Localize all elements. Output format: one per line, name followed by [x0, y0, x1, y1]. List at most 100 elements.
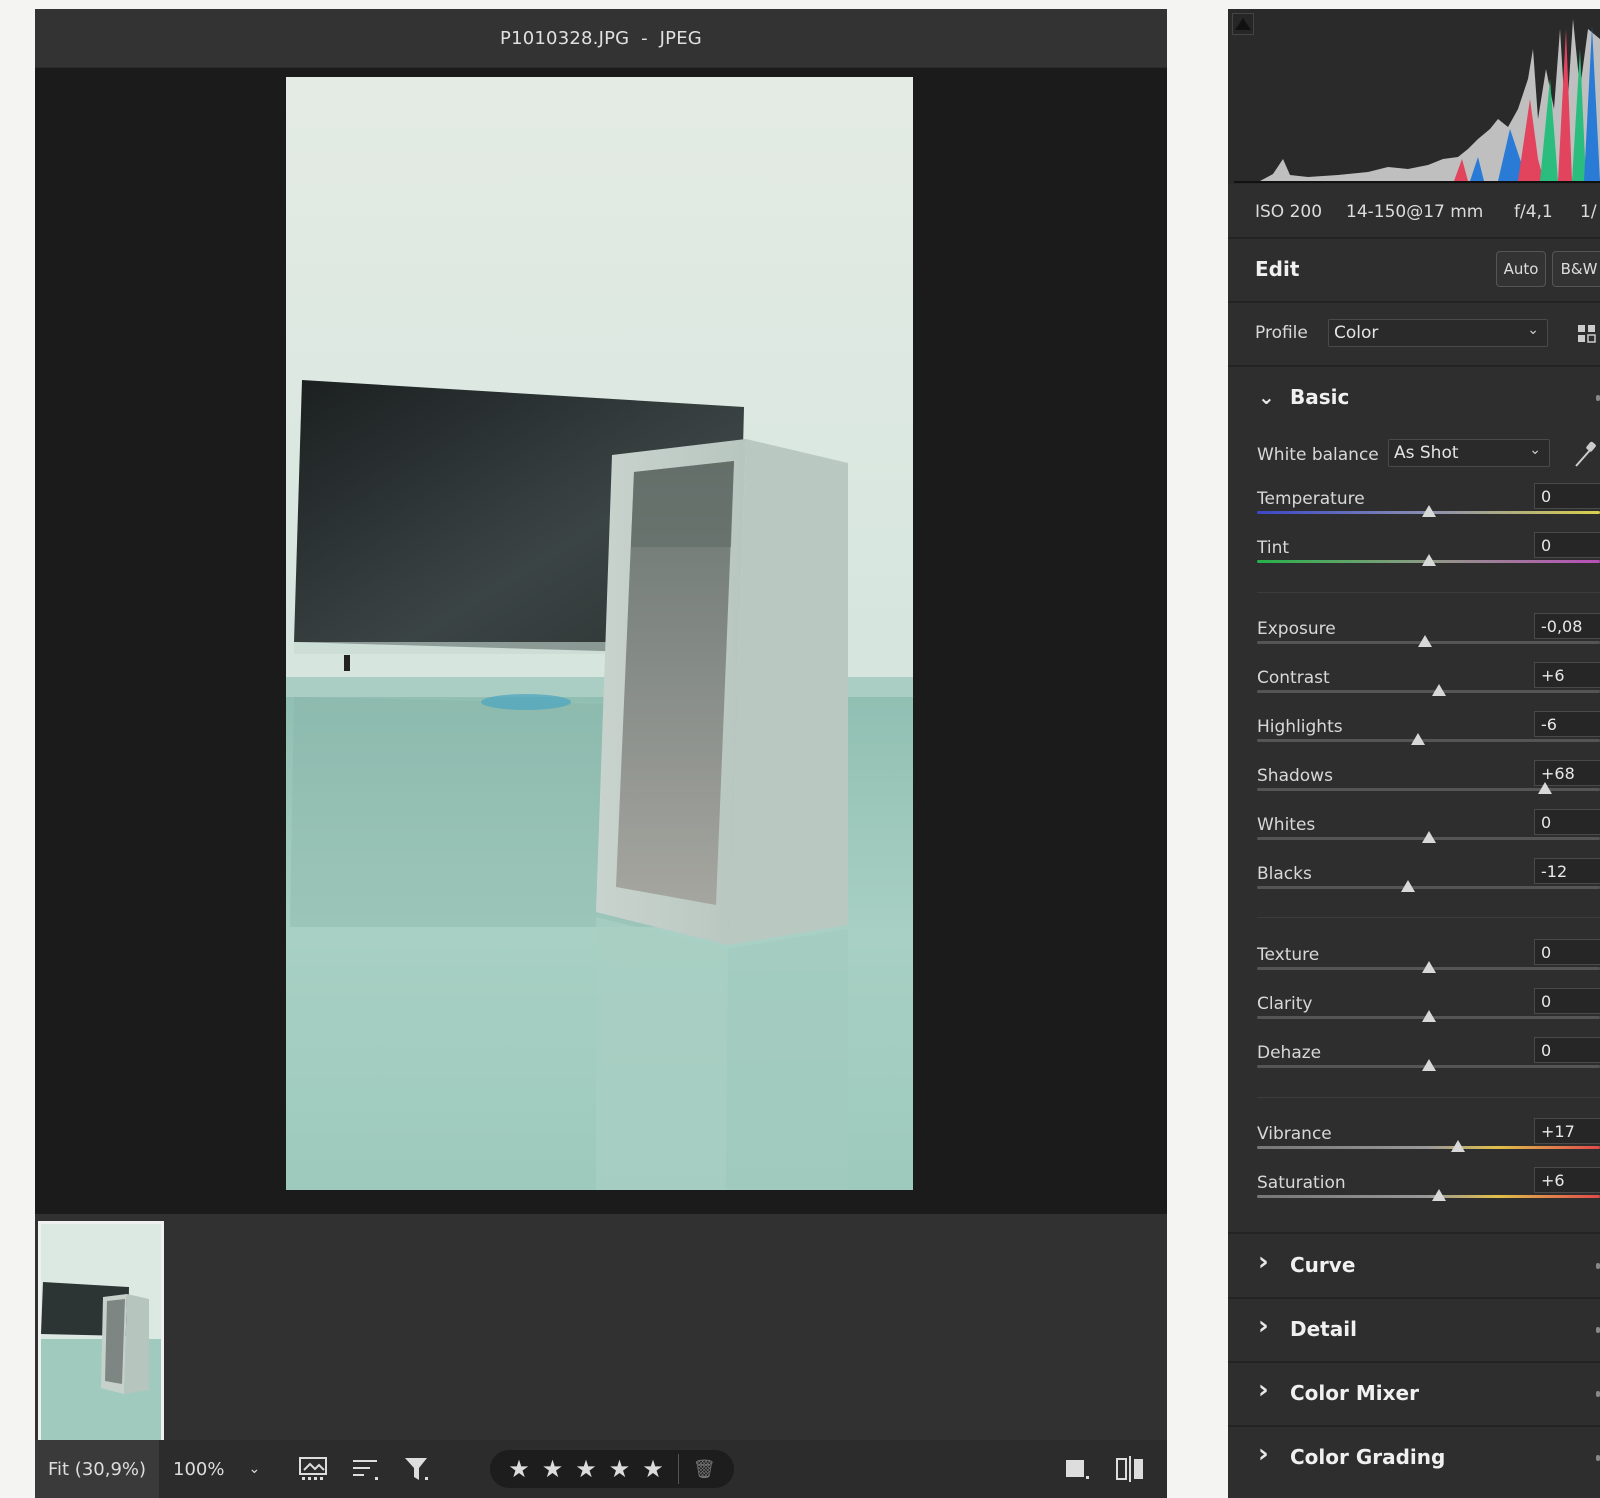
- temperature-value-input[interactable]: 0: [1534, 483, 1600, 509]
- saturation-slider-thumb[interactable]: [1431, 1189, 1446, 1201]
- photo-canvas[interactable]: [35, 68, 1167, 1214]
- dehaze-label: Dehaze: [1257, 1043, 1322, 1063]
- chevron-right-icon: ›: [1258, 1311, 1269, 1341]
- exposure-slider-thumb[interactable]: [1418, 635, 1433, 647]
- slider-tint: Tint 0: [1228, 532, 1600, 588]
- file-title: P1010328.JPG - JPEG: [500, 27, 702, 49]
- white-balance-row: White balance As Shot ⌄: [1228, 427, 1600, 473]
- temperature-slider-thumb[interactable]: [1421, 505, 1436, 517]
- divider: [1228, 1232, 1600, 1234]
- blacks-slider-track[interactable]: [1257, 886, 1600, 889]
- clarity-value-input[interactable]: 0: [1534, 988, 1600, 1014]
- section-color-grading-title: Color Grading: [1290, 1445, 1446, 1469]
- preview-image[interactable]: [286, 77, 913, 1190]
- section-curve-header[interactable]: › Curve: [1228, 1235, 1600, 1297]
- whites-label: Whites: [1257, 815, 1316, 835]
- eyedropper-icon[interactable]: [1573, 439, 1599, 473]
- compare-view-icon[interactable]: [1111, 1451, 1147, 1487]
- divider: [1257, 592, 1600, 593]
- contrast-value-input[interactable]: +6: [1534, 662, 1600, 688]
- vibrance-slider-thumb[interactable]: [1450, 1140, 1465, 1152]
- divider: [1257, 1097, 1600, 1098]
- whites-value-input[interactable]: 0: [1534, 809, 1600, 835]
- chevron-down-icon: ⌄: [1258, 385, 1275, 409]
- exposure-value-input[interactable]: -0,08: [1534, 613, 1600, 639]
- image-viewer: P1010328.JPG - JPEG Fit (30,9%) 100% ⌄ ★…: [35, 9, 1167, 1498]
- profile-row: Profile Color ⌄: [1228, 303, 1600, 365]
- texture-value-input[interactable]: 0: [1534, 939, 1600, 965]
- section-detail-title: Detail: [1290, 1317, 1357, 1341]
- white-balance-dropdown[interactable]: As Shot ⌄: [1388, 439, 1550, 467]
- dehaze-slider-thumb[interactable]: [1421, 1059, 1436, 1071]
- vibrance-slider-track[interactable]: [1257, 1146, 1600, 1149]
- tint-slider-thumb[interactable]: [1421, 554, 1436, 566]
- zoom-chevron-down-icon[interactable]: ⌄: [248, 1461, 260, 1477]
- sort-icon[interactable]: [348, 1451, 384, 1487]
- chevron-down-icon: ⌄: [1527, 322, 1539, 338]
- profile-label: Profile: [1255, 323, 1308, 343]
- auto-button[interactable]: Auto: [1496, 251, 1546, 287]
- texture-label: Texture: [1257, 945, 1320, 965]
- section-basic-header[interactable]: ⌄ Basic: [1228, 367, 1600, 429]
- edit-header: Edit Auto B&W: [1228, 239, 1600, 301]
- clarity-slider-thumb[interactable]: [1421, 1010, 1436, 1022]
- view-mode-controls: [1043, 1451, 1167, 1487]
- chevron-right-icon: ›: [1258, 1439, 1269, 1469]
- saturation-slider-track[interactable]: [1257, 1195, 1600, 1198]
- divider: [1257, 917, 1600, 918]
- section-color-grading-header[interactable]: › Color Grading: [1228, 1427, 1600, 1489]
- viewer-toolbar: Fit (30,9%) 100% ⌄ ★ ★ ★ ★ ★ 🗑: [35, 1440, 1167, 1498]
- texture-slider-thumb[interactable]: [1421, 961, 1436, 973]
- section-eye-icon[interactable]: [1596, 1455, 1600, 1461]
- shadows-slider-thumb[interactable]: [1538, 782, 1553, 794]
- star-icon[interactable]: ★: [542, 1455, 564, 1483]
- section-eye-icon[interactable]: [1596, 1327, 1600, 1333]
- filter-icon[interactable]: [400, 1451, 436, 1487]
- tint-value-input[interactable]: 0: [1534, 532, 1600, 558]
- contrast-slider-track[interactable]: [1257, 690, 1600, 693]
- section-color-mixer-header[interactable]: › Color Mixer: [1228, 1363, 1600, 1425]
- whites-slider-thumb[interactable]: [1421, 831, 1436, 843]
- profile-browser-icon[interactable]: [1578, 325, 1600, 349]
- star-icon[interactable]: ★: [609, 1455, 631, 1483]
- histogram-axis: [1234, 181, 1600, 183]
- slider-saturation: Saturation +6: [1228, 1167, 1600, 1223]
- slider-dehaze: Dehaze 0: [1228, 1037, 1600, 1093]
- single-view-icon[interactable]: [1059, 1451, 1095, 1487]
- section-eye-icon[interactable]: [1596, 395, 1600, 401]
- chevron-right-icon: ›: [1258, 1375, 1269, 1405]
- fit-zoom-button[interactable]: Fit (30,9%): [35, 1440, 159, 1498]
- clarity-label: Clarity: [1257, 994, 1313, 1014]
- star-icon[interactable]: ★: [575, 1455, 597, 1483]
- profile-value: Color: [1334, 323, 1379, 343]
- highlights-slider-thumb[interactable]: [1411, 733, 1426, 745]
- saturation-value-input[interactable]: +6: [1534, 1167, 1600, 1193]
- profile-dropdown[interactable]: Color ⌄: [1328, 319, 1548, 347]
- filmstrip-options-icon[interactable]: [296, 1451, 332, 1487]
- exposure-label: Exposure: [1257, 619, 1336, 639]
- zoom-level-label[interactable]: 100%: [173, 1459, 224, 1480]
- vibrance-label: Vibrance: [1257, 1124, 1332, 1144]
- trash-icon[interactable]: 🗑: [693, 1459, 716, 1480]
- bw-button[interactable]: B&W: [1552, 251, 1600, 287]
- camera-info-row: ISO 200 14-150@17 mm f/4,1 1/: [1228, 187, 1600, 237]
- white-balance-value: As Shot: [1394, 443, 1459, 463]
- highlights-slider-track[interactable]: [1257, 739, 1600, 742]
- blacks-value-input[interactable]: -12: [1534, 858, 1600, 884]
- blacks-slider-thumb[interactable]: [1400, 880, 1415, 892]
- section-eye-icon[interactable]: [1596, 1391, 1600, 1397]
- section-color-mixer-title: Color Mixer: [1290, 1381, 1419, 1405]
- section-eye-icon[interactable]: [1596, 1263, 1600, 1269]
- contrast-slider-thumb[interactable]: [1431, 684, 1446, 696]
- blacks-label: Blacks: [1257, 864, 1312, 884]
- highlights-value-input[interactable]: -6: [1534, 711, 1600, 737]
- rating-control: ★ ★ ★ ★ ★ 🗑: [490, 1450, 734, 1488]
- vibrance-value-input[interactable]: +17: [1534, 1118, 1600, 1144]
- section-detail-header[interactable]: › Detail: [1228, 1299, 1600, 1361]
- star-icon[interactable]: ★: [508, 1455, 530, 1483]
- iso-value: ISO 200: [1255, 202, 1323, 222]
- filmstrip-thumbnail[interactable]: [38, 1221, 164, 1445]
- chevron-right-icon: ›: [1258, 1247, 1269, 1277]
- star-icon[interactable]: ★: [642, 1455, 664, 1483]
- dehaze-value-input[interactable]: 0: [1534, 1037, 1600, 1063]
